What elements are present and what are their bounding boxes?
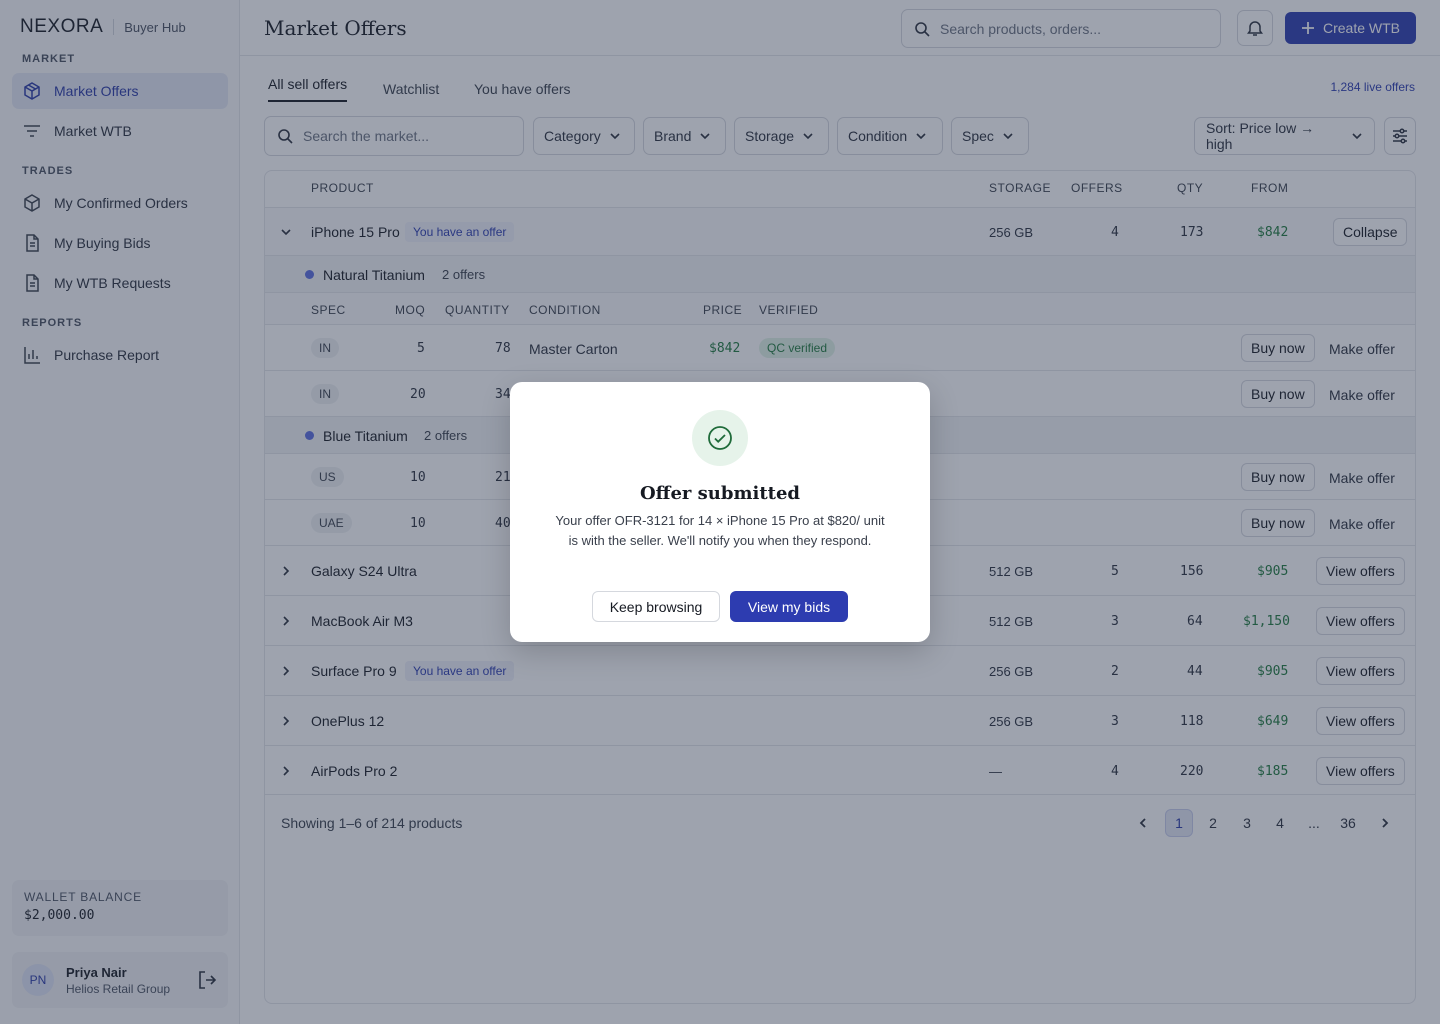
dialog-title: Offer submitted [639, 483, 800, 504]
dialog-message: Your offer OFR-3121 for 14 × iPhone 15 P… [555, 513, 885, 548]
view-my-bids-button[interactable]: View my bids [730, 591, 848, 622]
success-check-icon [692, 410, 748, 466]
keep-browsing-button[interactable]: Keep browsing [592, 591, 720, 622]
offer-submitted-dialog: Offer submitted Your offer OFR-3121 for … [510, 382, 930, 642]
